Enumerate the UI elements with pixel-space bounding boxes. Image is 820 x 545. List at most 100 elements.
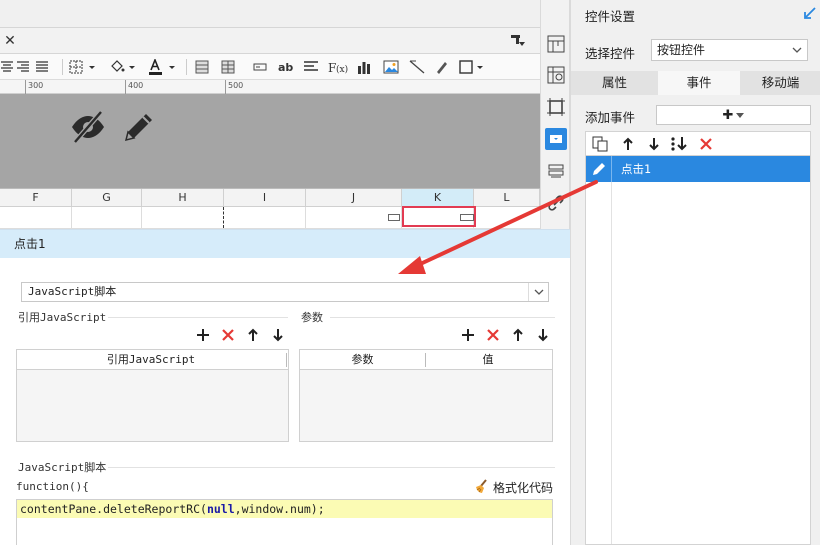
cell-box-icon[interactable] xyxy=(458,58,486,76)
grid-cell[interactable] xyxy=(142,207,224,228)
ref-js-table-body[interactable] xyxy=(17,370,288,441)
dialog-title: 点击1 xyxy=(0,230,570,258)
format-toolbar: ab F (x) xyxy=(0,54,540,80)
align-center-icon[interactable] xyxy=(0,58,14,76)
copy-icon[interactable] xyxy=(592,136,608,152)
paint-icon[interactable] xyxy=(434,58,450,76)
edit-pencil-icon[interactable] xyxy=(586,156,612,182)
ref-js-column-header: 引用JavaScript xyxy=(106,353,196,366)
column-header-g[interactable]: G xyxy=(72,189,142,207)
ruler-tick: 400 xyxy=(125,80,143,94)
text-field-icon[interactable] xyxy=(252,58,268,76)
vertical-tool-strip xyxy=(540,0,570,230)
tab-mobile[interactable]: 移动端 xyxy=(740,71,820,95)
column-header-i[interactable]: I xyxy=(224,189,306,207)
event-list-item-selected[interactable]: 点击1 xyxy=(586,156,810,182)
move-up-icon[interactable] xyxy=(245,327,261,343)
add-icon[interactable] xyxy=(195,327,211,343)
formula-icon[interactable]: F (x) xyxy=(328,58,348,76)
merge-cells-icon[interactable] xyxy=(194,58,210,76)
tab-events[interactable]: 事件 xyxy=(658,71,740,95)
event-item-label: 点击1 xyxy=(621,162,651,176)
text-icon[interactable]: ab xyxy=(277,58,295,76)
ref-js-table-header: 引用JavaScript xyxy=(17,350,288,370)
button-widget-marker xyxy=(388,214,400,221)
code-text: ,window.num); xyxy=(234,502,325,516)
tab-menu-icon[interactable] xyxy=(510,34,526,48)
grid-cell[interactable] xyxy=(224,207,306,228)
params-table-body[interactable] xyxy=(300,370,552,441)
pin-arrow-icon[interactable] xyxy=(803,6,817,20)
delete-icon[interactable] xyxy=(698,136,714,152)
chart-icon[interactable] xyxy=(356,58,372,76)
align-right-icon[interactable] xyxy=(15,58,31,76)
column-header-h[interactable]: H xyxy=(142,189,224,207)
image-icon[interactable] xyxy=(382,58,400,76)
widget-settings-panel: 控件设置 选择控件 按钮控件 属性 事件 移动端 添加事件 ✚ 点击1 xyxy=(570,0,820,545)
toolbar-divider xyxy=(186,59,187,75)
column-header-f[interactable]: F xyxy=(0,189,72,207)
editor-top-strip xyxy=(0,0,540,27)
grid-cell[interactable] xyxy=(0,207,72,228)
divider xyxy=(330,317,555,318)
function-header: function(){ xyxy=(16,480,89,493)
event-editor-dialog: 点击1 JavaScript脚本 引用JavaScript 参数 引用JavaS… xyxy=(0,229,570,545)
ruler-tick: 300 xyxy=(25,80,43,94)
format-code-button[interactable]: 格式化代码 xyxy=(473,478,555,496)
cell-element-icon[interactable] xyxy=(545,64,567,86)
params-table-header: 参数 值 xyxy=(300,350,552,370)
column-header-j[interactable]: J xyxy=(306,189,402,207)
add-event-label: 添加事件 xyxy=(585,110,636,125)
param-value-column-header: 值 xyxy=(482,353,494,366)
font-color-icon[interactable] xyxy=(146,58,178,76)
params-section-label: 参数 xyxy=(301,311,323,324)
close-icon[interactable]: ✕ xyxy=(2,32,18,50)
add-icon[interactable] xyxy=(460,327,476,343)
border-icon[interactable] xyxy=(68,58,98,76)
format-code-label: 格式化代码 xyxy=(493,480,554,495)
divider xyxy=(108,467,555,468)
select-control-dropdown[interactable]: 按钮控件 xyxy=(651,39,808,61)
code-editor[interactable]: contentPane.deleteReportRC(null,window.n… xyxy=(16,499,553,545)
move-up-icon[interactable] xyxy=(510,327,526,343)
condition-attribute-icon[interactable] xyxy=(545,160,567,182)
script-type-select[interactable]: JavaScript脚本 xyxy=(21,282,549,302)
add-event-dropdown[interactable]: ✚ xyxy=(656,105,811,125)
chevron-down-icon xyxy=(787,40,807,60)
frame-icon[interactable] xyxy=(545,96,567,118)
column-header-l[interactable]: L xyxy=(474,189,540,207)
move-up-icon[interactable] xyxy=(620,136,636,152)
hide-eye-icon[interactable] xyxy=(70,110,106,144)
svg-text:(x): (x) xyxy=(336,64,348,74)
move-down-icon[interactable] xyxy=(646,136,662,152)
editor-tab-bar: ✕ xyxy=(0,27,540,54)
paragraph-icon[interactable] xyxy=(303,58,319,76)
panel-title: 控件设置 xyxy=(585,9,636,24)
align-justify-icon[interactable] xyxy=(34,58,50,76)
code-line[interactable]: contentPane.deleteReportRC(null,window.n… xyxy=(17,500,552,518)
ref-js-table: 引用JavaScript xyxy=(16,349,289,442)
js-script-section-label: JavaScript脚本 xyxy=(18,461,107,474)
grid-cell[interactable] xyxy=(72,207,142,228)
chevron-down-icon xyxy=(736,112,745,118)
cell-attribute-icon[interactable] xyxy=(545,33,567,55)
move-down-icon[interactable] xyxy=(270,327,286,343)
delete-icon[interactable] xyxy=(485,327,501,343)
fill-color-icon[interactable] xyxy=(108,58,138,76)
hyperlink-icon[interactable] xyxy=(545,192,567,214)
tab-properties[interactable]: 属性 xyxy=(571,71,658,95)
column-divider xyxy=(286,353,287,367)
delete-icon[interactable] xyxy=(220,327,236,343)
slash-icon[interactable] xyxy=(408,58,426,76)
move-bottom-icon[interactable] xyxy=(670,136,690,152)
panel-tabs: 属性 事件 移动端 xyxy=(571,71,820,95)
column-header-k[interactable]: K xyxy=(402,189,474,207)
edit-pencil-icon[interactable] xyxy=(122,110,156,144)
select-control-value: 按钮控件 xyxy=(657,43,706,57)
split-cells-icon[interactable] xyxy=(220,58,236,76)
move-down-icon[interactable] xyxy=(535,327,551,343)
code-text: contentPane.deleteReportRC( xyxy=(20,502,207,516)
chevron-down-icon xyxy=(528,283,548,301)
widget-settings-icon[interactable] xyxy=(545,128,567,150)
script-type-value: JavaScript脚本 xyxy=(28,285,117,298)
